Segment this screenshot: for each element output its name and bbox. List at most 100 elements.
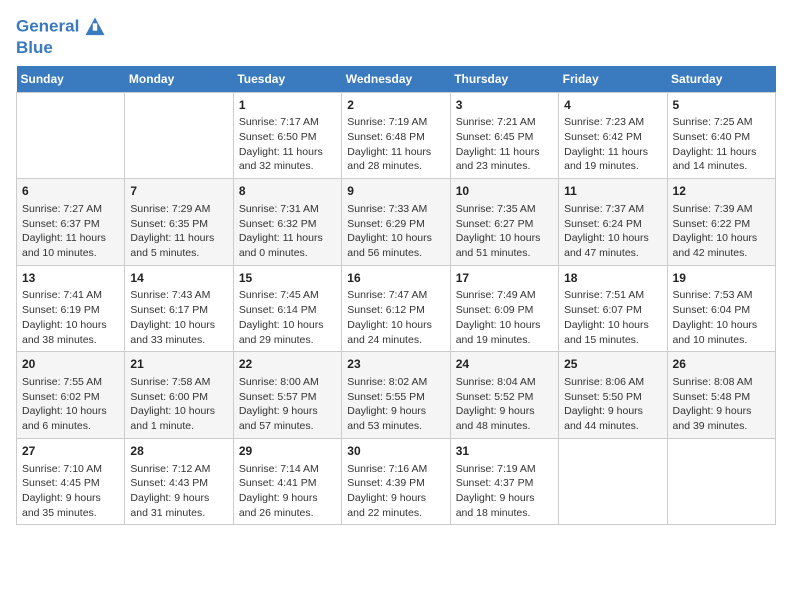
calendar-week-row: 20 Sunrise: 7:55 AM Sunset: 6:02 PM Dayli…: [17, 352, 776, 439]
day-content: Sunrise: 7:41 AM Sunset: 6:19 PM Dayligh…: [22, 288, 119, 347]
day-number: 2: [347, 97, 444, 114]
calendar-day-17: 17Sunrise: 7:49 AM Sunset: 6:09 PM Dayli…: [450, 265, 558, 352]
day-number: 23: [347, 356, 444, 373]
calendar-day-23: 23 Sunrise: 8:02 AM Sunset: 5:55 PM Dayli…: [342, 352, 450, 439]
day-content: Sunrise: 8:02 AM Sunset: 5:55 PM Dayligh…: [347, 375, 444, 434]
calendar-day-13: 13Sunrise: 7:41 AM Sunset: 6:19 PM Dayli…: [17, 265, 125, 352]
calendar-day-4: 4Sunrise: 7:23 AM Sunset: 6:42 PM Daylig…: [559, 92, 667, 179]
calendar-header-row: SundayMondayTuesdayWednesdayThursdayFrid…: [17, 66, 776, 93]
day-content: Sunrise: 7:14 AM Sunset: 4:41 PM Dayligh…: [239, 462, 336, 521]
day-number: 5: [673, 97, 770, 114]
day-content: Sunrise: 7:45 AM Sunset: 6:14 PM Dayligh…: [239, 288, 336, 347]
day-content: Sunrise: 8:08 AM Sunset: 5:48 PM Dayligh…: [673, 375, 770, 434]
day-number: 15: [239, 270, 336, 287]
day-header-thursday: Thursday: [450, 66, 558, 93]
day-number: 4: [564, 97, 661, 114]
calendar-day-2: 2Sunrise: 7:19 AM Sunset: 6:48 PM Daylig…: [342, 92, 450, 179]
calendar-day-22: 22 Sunrise: 8:00 AM Sunset: 5:57 PM Dayli…: [233, 352, 341, 439]
day-number: 11: [564, 183, 661, 200]
day-content: Sunrise: 7:51 AM Sunset: 6:07 PM Dayligh…: [564, 288, 661, 347]
calendar-day-27: 27 Sunrise: 7:10 AM Sunset: 4:45 PM Dayli…: [17, 438, 125, 525]
calendar-day-16: 16Sunrise: 7:47 AM Sunset: 6:12 PM Dayli…: [342, 265, 450, 352]
calendar-day-21: 21 Sunrise: 7:58 AM Sunset: 6:00 PM Dayli…: [125, 352, 233, 439]
calendar-day-7: 7Sunrise: 7:29 AM Sunset: 6:35 PM Daylig…: [125, 179, 233, 266]
day-content: Sunrise: 7:53 AM Sunset: 6:04 PM Dayligh…: [673, 288, 770, 347]
calendar-day-1: 1Sunrise: 7:17 AM Sunset: 6:50 PM Daylig…: [233, 92, 341, 179]
day-content: Sunrise: 7:16 AM Sunset: 4:39 PM Dayligh…: [347, 462, 444, 521]
day-header-monday: Monday: [125, 66, 233, 93]
day-content: Sunrise: 7:58 AM Sunset: 6:00 PM Dayligh…: [130, 375, 227, 434]
day-number: 18: [564, 270, 661, 287]
day-content: Sunrise: 7:17 AM Sunset: 6:50 PM Dayligh…: [239, 115, 336, 174]
day-content: Sunrise: 7:31 AM Sunset: 6:32 PM Dayligh…: [239, 202, 336, 261]
calendar-day-10: 10Sunrise: 7:35 AM Sunset: 6:27 PM Dayli…: [450, 179, 558, 266]
day-content: Sunrise: 7:35 AM Sunset: 6:27 PM Dayligh…: [456, 202, 553, 261]
day-number: 30: [347, 443, 444, 460]
calendar-day-8: 8 Sunrise: 7:31 AM Sunset: 6:32 PM Daylig…: [233, 179, 341, 266]
calendar-day-11: 11Sunrise: 7:37 AM Sunset: 6:24 PM Dayli…: [559, 179, 667, 266]
day-content: Sunrise: 7:27 AM Sunset: 6:37 PM Dayligh…: [22, 202, 119, 261]
day-header-friday: Friday: [559, 66, 667, 93]
day-number: 24: [456, 356, 553, 373]
day-content: Sunrise: 8:00 AM Sunset: 5:57 PM Dayligh…: [239, 375, 336, 434]
day-content: Sunrise: 7:10 AM Sunset: 4:45 PM Dayligh…: [22, 462, 119, 521]
logo-blue: Blue: [16, 38, 106, 58]
calendar-day-29: 29 Sunrise: 7:14 AM Sunset: 4:41 PM Dayli…: [233, 438, 341, 525]
day-number: 19: [673, 270, 770, 287]
calendar-empty-cell: [667, 438, 775, 525]
calendar-day-30: 30 Sunrise: 7:16 AM Sunset: 4:39 PM Dayli…: [342, 438, 450, 525]
calendar-day-5: 5Sunrise: 7:25 AM Sunset: 6:40 PM Daylig…: [667, 92, 775, 179]
day-number: 1: [239, 97, 336, 114]
day-content: Sunrise: 7:49 AM Sunset: 6:09 PM Dayligh…: [456, 288, 553, 347]
calendar-day-12: 12Sunrise: 7:39 AM Sunset: 6:22 PM Dayli…: [667, 179, 775, 266]
logo-icon: [84, 16, 106, 38]
calendar-day-3: 3Sunrise: 7:21 AM Sunset: 6:45 PM Daylig…: [450, 92, 558, 179]
day-header-tuesday: Tuesday: [233, 66, 341, 93]
day-header-sunday: Sunday: [17, 66, 125, 93]
day-number: 16: [347, 270, 444, 287]
calendar-day-20: 20 Sunrise: 7:55 AM Sunset: 6:02 PM Dayli…: [17, 352, 125, 439]
calendar-week-row: 6 Sunrise: 7:27 AM Sunset: 6:37 PM Daylig…: [17, 179, 776, 266]
day-content: Sunrise: 7:43 AM Sunset: 6:17 PM Dayligh…: [130, 288, 227, 347]
day-number: 29: [239, 443, 336, 460]
calendar-empty-cell: [125, 92, 233, 179]
day-number: 20: [22, 356, 119, 373]
calendar-day-9: 9Sunrise: 7:33 AM Sunset: 6:29 PM Daylig…: [342, 179, 450, 266]
calendar-empty-cell: [17, 92, 125, 179]
day-content: Sunrise: 7:25 AM Sunset: 6:40 PM Dayligh…: [673, 115, 770, 174]
calendar-day-28: 28Sunrise: 7:12 AM Sunset: 4:43 PM Dayli…: [125, 438, 233, 525]
day-content: Sunrise: 7:19 AM Sunset: 4:37 PM Dayligh…: [456, 462, 553, 521]
day-content: Sunrise: 7:23 AM Sunset: 6:42 PM Dayligh…: [564, 115, 661, 174]
day-number: 8: [239, 183, 336, 200]
calendar-day-19: 19Sunrise: 7:53 AM Sunset: 6:04 PM Dayli…: [667, 265, 775, 352]
day-content: Sunrise: 8:06 AM Sunset: 5:50 PM Dayligh…: [564, 375, 661, 434]
day-number: 25: [564, 356, 661, 373]
day-content: Sunrise: 7:19 AM Sunset: 6:48 PM Dayligh…: [347, 115, 444, 174]
calendar-table: SundayMondayTuesdayWednesdayThursdayFrid…: [16, 66, 776, 526]
day-number: 22: [239, 356, 336, 373]
calendar-day-6: 6 Sunrise: 7:27 AM Sunset: 6:37 PM Daylig…: [17, 179, 125, 266]
day-number: 13: [22, 270, 119, 287]
calendar-week-row: 13Sunrise: 7:41 AM Sunset: 6:19 PM Dayli…: [17, 265, 776, 352]
day-number: 27: [22, 443, 119, 460]
calendar-day-14: 14Sunrise: 7:43 AM Sunset: 6:17 PM Dayli…: [125, 265, 233, 352]
day-number: 7: [130, 183, 227, 200]
day-content: Sunrise: 7:55 AM Sunset: 6:02 PM Dayligh…: [22, 375, 119, 434]
day-header-wednesday: Wednesday: [342, 66, 450, 93]
calendar-day-15: 15Sunrise: 7:45 AM Sunset: 6:14 PM Dayli…: [233, 265, 341, 352]
logo: General Blue: [16, 16, 106, 58]
calendar-day-25: 25 Sunrise: 8:06 AM Sunset: 5:50 PM Dayli…: [559, 352, 667, 439]
day-content: Sunrise: 7:33 AM Sunset: 6:29 PM Dayligh…: [347, 202, 444, 261]
day-number: 31: [456, 443, 553, 460]
day-number: 12: [673, 183, 770, 200]
calendar-day-26: 26Sunrise: 8:08 AM Sunset: 5:48 PM Dayli…: [667, 352, 775, 439]
day-number: 28: [130, 443, 227, 460]
calendar-day-24: 24 Sunrise: 8:04 AM Sunset: 5:52 PM Dayli…: [450, 352, 558, 439]
day-content: Sunrise: 7:47 AM Sunset: 6:12 PM Dayligh…: [347, 288, 444, 347]
day-content: Sunrise: 8:04 AM Sunset: 5:52 PM Dayligh…: [456, 375, 553, 434]
day-number: 21: [130, 356, 227, 373]
calendar-empty-cell: [559, 438, 667, 525]
day-number: 6: [22, 183, 119, 200]
day-number: 14: [130, 270, 227, 287]
calendar-day-31: 31 Sunrise: 7:19 AM Sunset: 4:37 PM Dayli…: [450, 438, 558, 525]
